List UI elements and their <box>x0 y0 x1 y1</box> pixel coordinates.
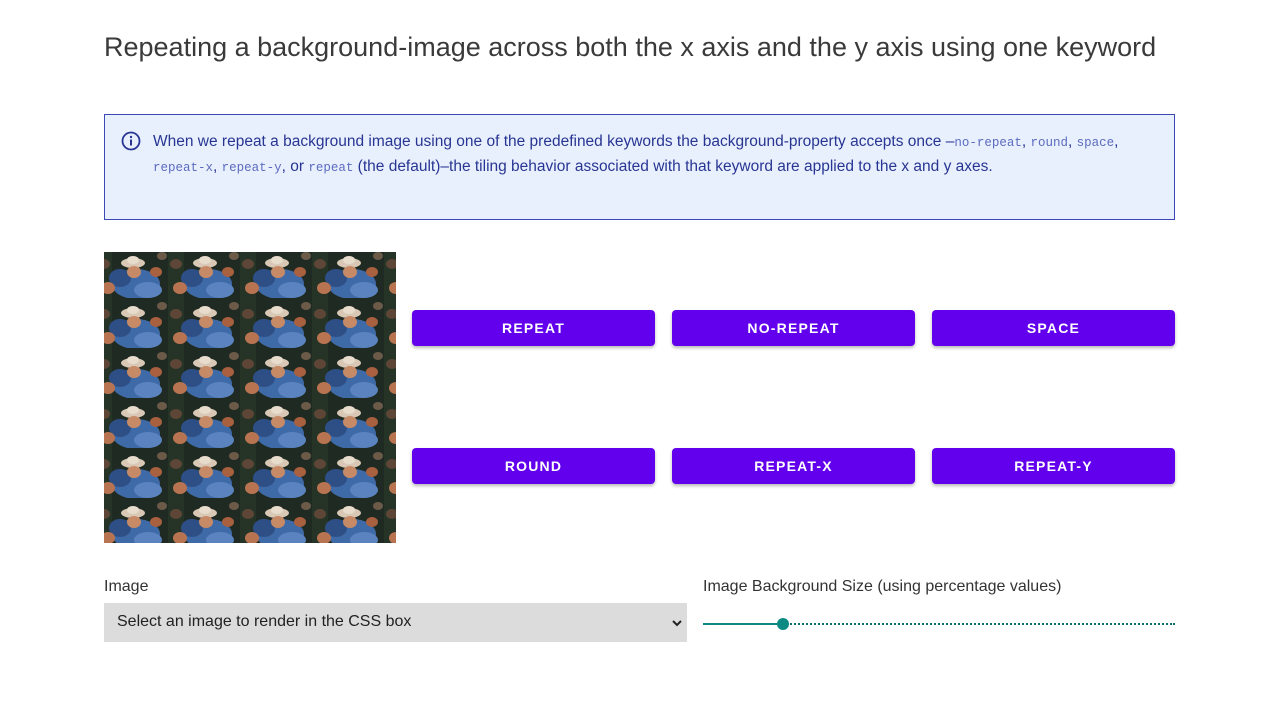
image-field-label: Image <box>104 578 149 595</box>
slider-track[interactable] <box>783 623 1175 625</box>
note-separator: , <box>1114 133 1119 150</box>
background-size-slider[interactable] <box>703 612 1175 636</box>
keyword-repeat: repeat <box>308 161 354 175</box>
info-note-text: When we repeat a background image using … <box>153 130 1153 180</box>
image-select[interactable]: Select an image to render in the CSS box <box>104 603 687 642</box>
keyword-space: space <box>1076 136 1115 150</box>
page: Repeating a background-image across both… <box>0 0 1279 719</box>
note-separator: , <box>1068 133 1077 150</box>
image-select-value: Select an image to render in the CSS box <box>117 613 412 630</box>
repeat-x-button[interactable]: REPEAT-X <box>672 448 915 484</box>
note-intro: When we repeat a background image using … <box>153 133 955 150</box>
css-box-preview <box>104 252 396 543</box>
repeat-button[interactable]: REPEAT <box>412 310 655 346</box>
note-or: , or <box>281 158 309 175</box>
note-separator: , <box>213 158 222 175</box>
info-note: When we repeat a background image using … <box>104 114 1175 220</box>
round-button[interactable]: ROUND <box>412 448 655 484</box>
repeat-y-button[interactable]: REPEAT-Y <box>932 448 1175 484</box>
slider-thumb[interactable] <box>777 618 789 630</box>
note-outro: (the default)–the tiling behavior associ… <box>353 158 993 175</box>
page-title: Repeating a background-image across both… <box>104 32 1157 62</box>
size-field-label: Image Background Size (using percentage … <box>703 578 1062 595</box>
keyword-round: round <box>1030 136 1068 150</box>
tiled-background-image <box>104 252 396 543</box>
no-repeat-button[interactable]: NO-REPEAT <box>672 310 915 346</box>
info-icon <box>121 131 141 151</box>
keyword-no-repeat: no-repeat <box>954 136 1022 150</box>
chevron-down-icon <box>672 620 682 627</box>
slider-fill <box>703 623 783 625</box>
keyword-repeat-y: repeat-y <box>221 161 282 175</box>
keyword-repeat-x: repeat-x <box>153 161 214 175</box>
space-button[interactable]: SPACE <box>932 310 1175 346</box>
